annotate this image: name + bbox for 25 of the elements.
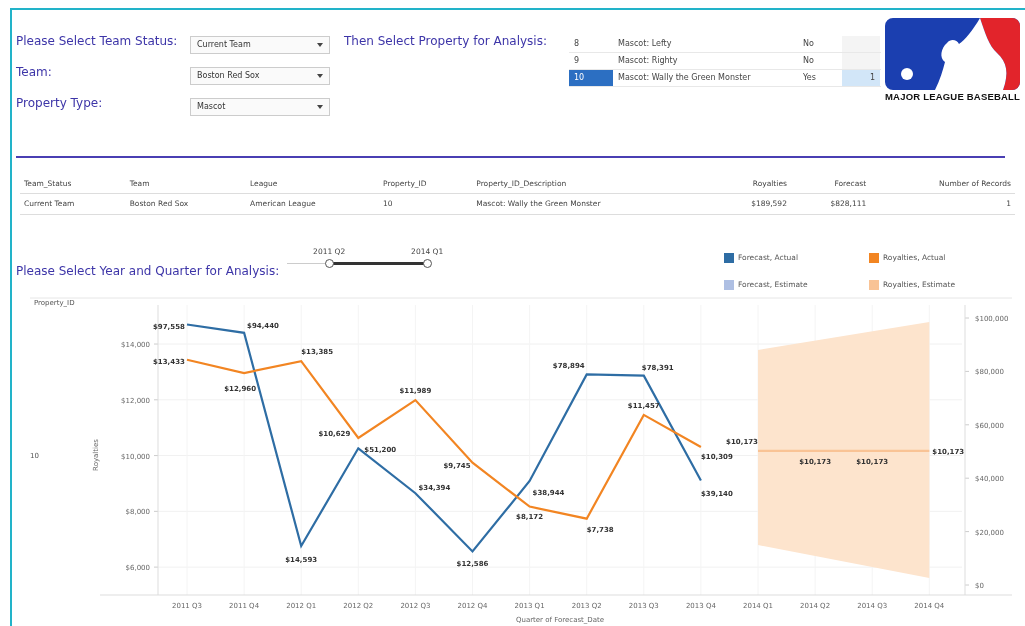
section-title: Please Select Year and Quarter for Analysis: — [16, 264, 280, 278]
list-item[interactable]: 8 — [569, 36, 613, 52]
section-title: Then Select Property for Analysis: — [344, 33, 548, 50]
caret-icon — [317, 74, 323, 78]
list-item[interactable]: Mascot: Wally the Green Monster — [613, 70, 798, 86]
list-item[interactable]: No — [798, 53, 842, 69]
filter-label: Please Select Team Status: — [16, 34, 178, 48]
slider-thumb[interactable] — [423, 259, 433, 268]
filter-label: Team: — [16, 65, 52, 79]
list-item[interactable]: Mascot: Righty — [613, 53, 798, 69]
dropdown[interactable]: Current Team — [190, 36, 330, 54]
logo-text: MAJOR LEAGUE BASEBALL — [885, 90, 1020, 104]
list-item[interactable]: Yes — [798, 70, 842, 86]
dropdown[interactable]: Mascot — [190, 98, 330, 116]
list-item[interactable]: No — [798, 36, 842, 52]
list-item[interactable]: 9 — [569, 53, 613, 69]
filter-label: Property Type: — [16, 96, 103, 110]
slider-thumb[interactable] — [325, 259, 335, 268]
list-cell[interactable]: 1 — [842, 70, 880, 86]
dropdown[interactable]: Boston Red Sox — [190, 67, 330, 85]
caret-icon — [317, 43, 323, 47]
caret-icon — [317, 105, 323, 109]
list-item[interactable]: Mascot: Lefty — [613, 36, 798, 52]
list-item[interactable]: 10 — [569, 70, 613, 86]
list-cell[interactable] — [842, 53, 880, 69]
